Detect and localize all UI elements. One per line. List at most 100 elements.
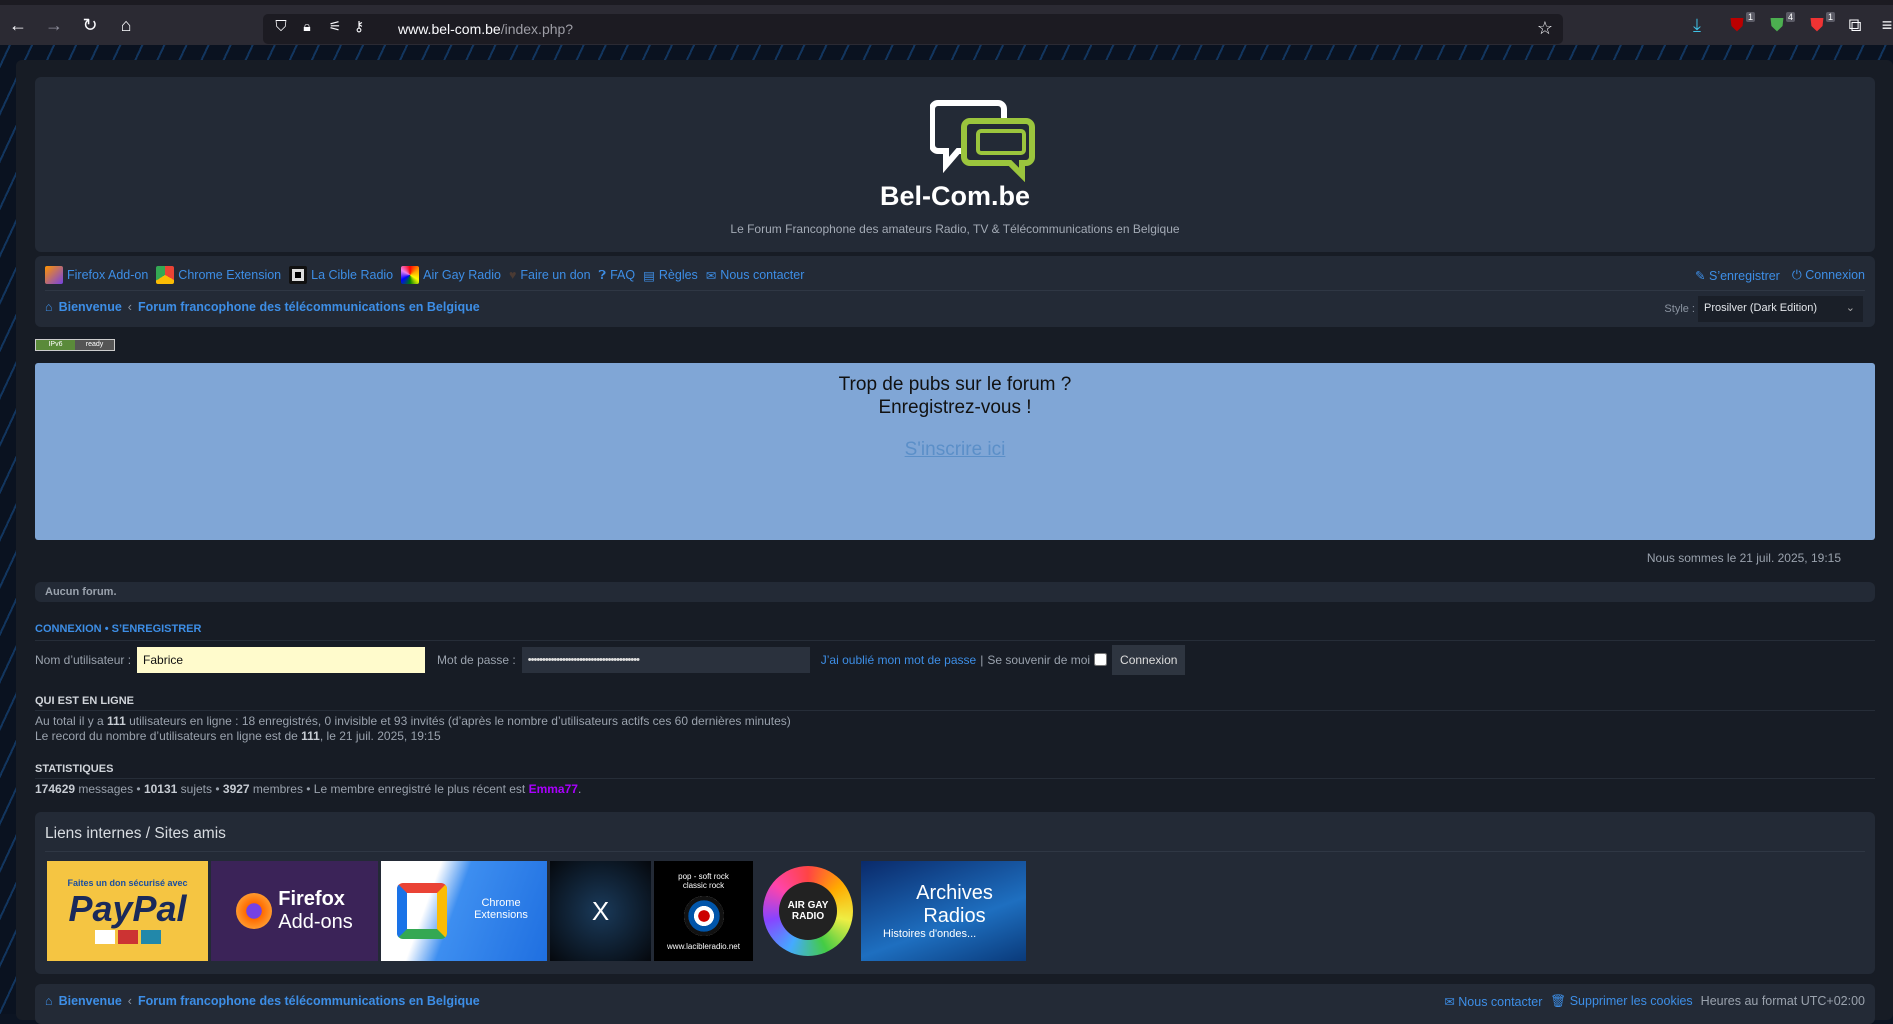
privacy-icon[interactable]: ⛊ 1 <box>1805 12 1835 36</box>
username-input[interactable] <box>137 646 426 673</box>
links-title: Liens internes / Sites amis <box>45 825 226 842</box>
nav-link-label[interactable]: Nous contacter <box>720 268 804 282</box>
remember-me-label: Se souvenir de moi <box>987 652 1091 667</box>
footer-contact-label[interactable]: Nous contacter <box>1458 995 1542 1009</box>
register-link[interactable]: ✎ S’enregistrer <box>1695 268 1780 283</box>
nav-link-label[interactable]: Règles <box>659 268 698 282</box>
login-button[interactable]: Connexion <box>1112 644 1186 675</box>
chevron-down-icon: ⌄ <box>1845 302 1855 314</box>
nav-link-label[interactable]: Faire un don <box>520 268 590 282</box>
members-count: 3927 <box>222 782 250 796</box>
nav-link-label[interactable]: Air Gay Radio <box>423 268 501 282</box>
url-text: www.bel-com.be/index.php? <box>398 21 573 37</box>
nav-link-label[interactable]: Chrome Extension <box>178 268 281 282</box>
chrome-text: Chrome Extensions <box>474 897 528 921</box>
divider <box>45 290 1865 291</box>
messages-count: 174629 <box>35 782 76 796</box>
nav-rules[interactable]: ▤ Règles <box>643 268 698 283</box>
url-bar[interactable]: ⛉ 🔒︎ ⚟ ⚷ www.bel-com.be/index.php? ☆ <box>263 14 1563 44</box>
permissions-icon[interactable]: ⚟ <box>323 18 347 35</box>
firefox-text: Firefox <box>278 888 345 910</box>
nav-faq[interactable]: ❓︎ FAQ <box>599 268 636 283</box>
chevron-icon: ‹ <box>127 994 132 1008</box>
login-heading-link[interactable]: Connexion <box>35 623 102 635</box>
banner-archives-radios[interactable]: Archives Radios Histoires d'ondes... <box>861 861 1026 961</box>
nav-air-gay-radio[interactable]: Air Gay Radio <box>401 266 501 284</box>
lock-icon[interactable]: 🔒︎ <box>295 18 319 35</box>
site-name[interactable]: Bel-Com.be <box>35 181 1875 212</box>
footer-delete-cookies[interactable]: 🗑︎ Supprimer les cookies <box>1550 994 1692 1009</box>
navbar: Firefox Add-on Chrome Extension La Cible… <box>35 256 1875 327</box>
password-input[interactable] <box>521 646 810 673</box>
archives-sub-text: Histoires d'ondes... <box>883 928 977 940</box>
divider <box>35 710 1875 711</box>
envelope-icon: ✉ <box>705 268 717 283</box>
text: Au total il y a <box>35 714 108 728</box>
menu-icon[interactable]: ≡ <box>1875 15 1893 36</box>
banner-air-gay-radio[interactable]: AIR GAY RADIO <box>758 861 858 961</box>
archives-text: Archives Radios <box>916 882 993 927</box>
extensions-icon[interactable]: ⧉ <box>1843 15 1867 36</box>
x-logo-icon: X <box>591 895 610 926</box>
topics-count: 10131 <box>143 782 178 796</box>
paypal-logo-text: PayPal <box>68 888 187 929</box>
online-record: Le record du nombre d’utilisateurs en li… <box>35 729 441 743</box>
addons-text: Add-ons <box>278 911 353 933</box>
footer-contact[interactable]: ✉ Nous contacter <box>1444 994 1542 1009</box>
register-label[interactable]: S’enregistrer <box>1709 269 1780 283</box>
style-select[interactable]: Prosilver (Dark Edition) ⌄ <box>1698 296 1863 322</box>
air-gay-radio-icon <box>401 266 420 284</box>
url-path: /index.php? <box>500 21 574 37</box>
breadcrumb-home[interactable]: Bienvenue <box>59 994 122 1008</box>
register-heading-link[interactable]: S’enregistrer <box>112 623 202 635</box>
firefox-logo-icon <box>236 893 273 929</box>
footer-cookies-label[interactable]: Supprimer les cookies <box>1570 994 1693 1008</box>
shield-icon[interactable]: ⛉ <box>269 18 293 35</box>
online-heading: Qui est en ligne <box>35 695 135 707</box>
newest-member-link[interactable]: Emma77 <box>529 782 578 796</box>
agr-text: AIR GAY RADIO <box>779 882 837 940</box>
breadcrumb-forum[interactable]: Forum francophone des télécommunications… <box>138 300 480 314</box>
logo-icon[interactable] <box>930 97 1040 182</box>
nav-chrome-extension[interactable]: Chrome Extension <box>156 266 281 284</box>
promo-line-1: Trop de pubs sur le forum ? <box>838 374 1072 395</box>
banner-x[interactable]: X <box>550 861 651 961</box>
nav-la-cible-radio[interactable]: La Cible Radio <box>289 266 393 284</box>
ready-label: ready <box>75 340 114 350</box>
adguard-icon[interactable]: ⛊ 4 <box>1765 12 1795 36</box>
nav-contact[interactable]: ✉ Nous contacter <box>706 268 805 283</box>
login-link[interactable]: ⏻ Connexion <box>1792 268 1865 283</box>
text: Le record du nombre d’utilisateurs en li… <box>35 729 302 743</box>
remember-me-checkbox[interactable] <box>1094 653 1108 666</box>
nav-donate[interactable]: ♥ Faire un don <box>509 268 591 282</box>
reload-icon[interactable]: ↻ <box>78 15 102 36</box>
home-icon[interactable]: ⌂ <box>114 15 138 36</box>
forward-icon[interactable]: → <box>42 15 66 36</box>
login-label[interactable]: Connexion <box>1805 268 1865 282</box>
nav-firefox-addon[interactable]: Firefox Add-on <box>45 266 148 284</box>
nav-link-label[interactable]: La Cible Radio <box>311 268 393 282</box>
nav-link-label[interactable]: FAQ <box>610 268 635 282</box>
promo-banner: Trop de pubs sur le forum ? Enregistrez-… <box>35 363 1875 540</box>
banner-la-cible-radio[interactable]: pop - soft rock classic rock www.lacible… <box>654 861 753 961</box>
ublock-icon[interactable]: ⛊ 1 <box>1725 12 1755 36</box>
card-logos-icon <box>94 930 161 944</box>
text: messages • <box>75 782 144 796</box>
bookmark-star-icon[interactable]: ☆ <box>1533 18 1557 39</box>
breadcrumb-home[interactable]: Bienvenue <box>59 300 122 314</box>
download-icon[interactable]: ⤓ <box>1685 15 1709 36</box>
promo-signup-link[interactable]: S'inscrire ici <box>35 439 1875 461</box>
banner-chrome-extensions[interactable]: Chrome Extensions <box>381 861 547 961</box>
badge: 4 <box>1785 12 1795 22</box>
key-icon[interactable]: ⚷ <box>347 18 371 35</box>
banner-paypal[interactable]: Faites un don sécurisé avec PayPal <box>47 861 208 961</box>
style-label: Style : <box>1664 303 1695 315</box>
forgot-password-link[interactable]: J’ai oublié mon mot de passe <box>821 653 976 667</box>
site-header: Bel-Com.be Le Forum Francophone des amat… <box>35 77 1875 252</box>
nav-link-label[interactable]: Firefox Add-on <box>67 268 148 282</box>
banner-firefox-addons[interactable]: Firefox Add-ons <box>211 861 378 961</box>
back-icon[interactable]: ← <box>6 15 30 36</box>
breadcrumb-forum[interactable]: Forum francophone des télécommunications… <box>138 994 480 1008</box>
style-value: Prosilver (Dark Edition) <box>1704 302 1818 314</box>
ipv6-ready-badge[interactable]: IPv6 ready <box>35 339 115 351</box>
